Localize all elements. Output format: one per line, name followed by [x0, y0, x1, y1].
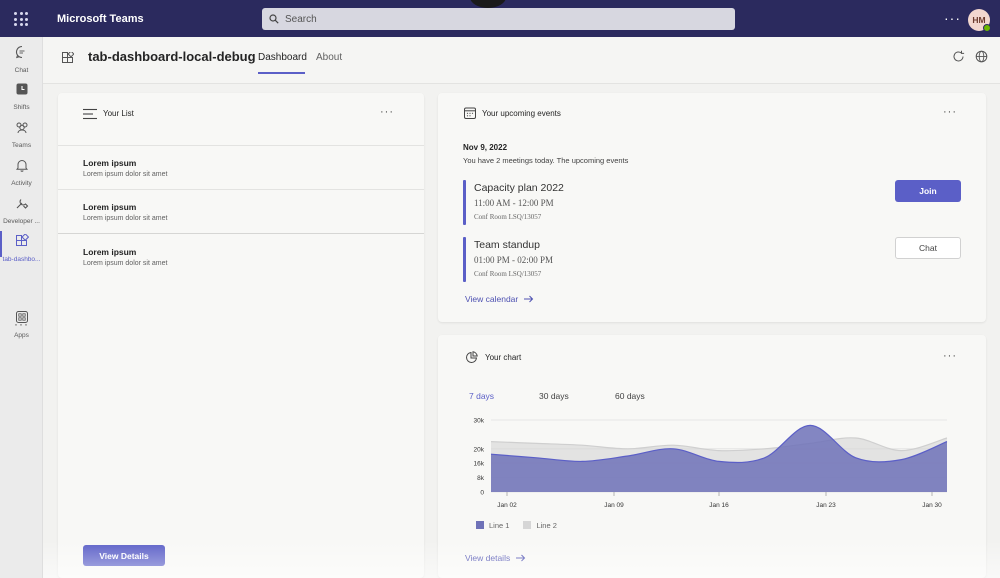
list-item[interactable]: Lorem ipsum Lorem ipsum dolor sit amet [58, 233, 424, 277]
event-accent-bar [463, 237, 466, 282]
search-icon [269, 14, 279, 24]
rail-label-shifts: Shifts [13, 104, 30, 111]
shifts-icon [16, 83, 27, 95]
rail-item-chat[interactable]: Chat [0, 45, 43, 74]
legend-item-line-2[interactable]: Line 2 [523, 521, 557, 530]
events-card: Your upcoming events ··· Nov 9, 2022 You… [438, 93, 986, 322]
rail-item-activity[interactable]: Activity [0, 158, 43, 187]
legend-label: Line 1 [489, 521, 510, 530]
search-placeholder: Search [285, 13, 317, 25]
events-more-icon[interactable]: ··· [943, 106, 957, 118]
legend-label: Line 2 [536, 521, 557, 530]
event-item: Team standup 01:00 PM - 02:00 PM Conf Ro… [463, 237, 963, 282]
arrow-right-icon [516, 554, 526, 562]
rail-label-chat: Chat [14, 67, 29, 74]
y-tick-label: 16k [474, 461, 485, 468]
avatar[interactable]: HM [968, 9, 991, 32]
list-card: Your List ··· Lorem ipsum Lorem ipsum do… [58, 93, 424, 578]
app-launcher-icon[interactable] [14, 12, 28, 26]
chart-legend: Line 1 Line 2 [476, 521, 557, 530]
list-item-subtitle: Lorem ipsum dolor sit amet [83, 171, 168, 178]
join-button[interactable]: Join [895, 180, 961, 202]
y-tick-label: 0 [480, 490, 484, 497]
rail-item-tab-dashboard[interactable]: tab-dashbo... [0, 231, 43, 263]
list-item-subtitle: Lorem ipsum dolor sit amet [83, 260, 168, 267]
x-tick-label: Jan 09 [604, 502, 624, 509]
app-grid-icon [15, 233, 29, 246]
view-details-button[interactable]: View Details [83, 545, 165, 566]
app-name: Microsoft Teams [57, 13, 144, 25]
event-time: 01:00 PM - 02:00 PM [474, 255, 554, 265]
refresh-icon[interactable] [952, 50, 965, 63]
legend-swatch [523, 521, 532, 529]
rail-label-activity: Activity [11, 180, 32, 187]
events-summary: You have 2 meetings today. The upcoming … [463, 156, 629, 165]
legend-item-line-1[interactable]: Line 1 [476, 521, 509, 530]
camera-notch [470, 0, 506, 8]
y-tick-label: 30k [474, 418, 485, 425]
tab-about[interactable]: About [316, 52, 342, 63]
legend-swatch [476, 521, 484, 529]
x-tick-label: Jan 23 [816, 502, 836, 509]
rail-item-apps[interactable]: Apps [0, 310, 43, 339]
view-details-label: View details [465, 553, 511, 563]
list-item-title: Lorem ipsum [83, 158, 137, 168]
teams-icon [16, 122, 27, 134]
event-time: 11:00 AM - 12:00 PM [474, 198, 554, 208]
area-chart: 0 8k 16k 20k 30k Jan 02 Jan 09 Jan 16 Jan 23 Jan … [474, 418, 948, 509]
list-card-title: Your List [103, 109, 134, 118]
chat-icon [15, 45, 24, 59]
presence-available-icon [983, 24, 991, 32]
developer-icon [16, 199, 28, 209]
event-name: Team standup [474, 239, 540, 251]
top-bar: Microsoft Teams Search ··· HM [0, 0, 1000, 37]
search-input[interactable]: Search [262, 8, 735, 30]
rail-item-teams[interactable]: Teams [0, 120, 43, 149]
view-details-link[interactable]: View details [465, 553, 526, 563]
list-item[interactable]: Lorem ipsum Lorem ipsum dolor sit amet [58, 189, 424, 233]
x-tick-label: Jan 30 [922, 502, 942, 509]
view-calendar-link[interactable]: View calendar [465, 294, 534, 304]
y-tick-label: 8k [477, 475, 485, 482]
view-calendar-label: View calendar [465, 294, 519, 304]
events-date: Nov 9, 2022 [463, 143, 508, 152]
list-item[interactable]: Lorem ipsum Lorem ipsum dolor sit amet [58, 145, 424, 189]
app-rail: Chat Shifts Teams Activity Developer ... [0, 37, 43, 578]
more-options-icon[interactable]: ··· [944, 10, 961, 26]
y-tick-label: 20k [474, 446, 485, 453]
list-item-title: Lorem ipsum [83, 247, 137, 257]
chart-card: Your chart ··· 7 days 30 days 60 days 08… [438, 335, 986, 578]
bell-icon [15, 160, 28, 172]
arrow-right-icon [524, 295, 534, 303]
chat-button[interactable]: Chat [895, 237, 961, 259]
list-icon [83, 108, 97, 120]
globe-icon[interactable] [975, 50, 988, 63]
x-tick-label: Jan 02 [497, 502, 517, 509]
rail-item-developer[interactable]: Developer ... [0, 196, 43, 225]
page-title: tab-dashboard-local-debug [88, 49, 256, 64]
event-item: Capacity plan 2022 11:00 AM - 12:00 PM C… [463, 180, 963, 225]
event-name: Capacity plan 2022 [474, 182, 564, 194]
event-location: Conf Room LSQ/13057 [474, 270, 542, 278]
calendar-icon [464, 107, 476, 119]
apps-icon [15, 311, 28, 323]
list-item-title: Lorem ipsum [83, 202, 137, 212]
event-location: Conf Room LSQ/13057 [474, 213, 542, 221]
tab-dashboard[interactable]: Dashboard [258, 52, 307, 63]
rail-label-tab-dashboard: tab-dashbo... [2, 256, 41, 263]
rail-item-shifts[interactable]: Shifts [0, 82, 43, 111]
rail-label-developer: Developer ... [3, 218, 40, 225]
list-item-subtitle: Lorem ipsum dolor sit amet [83, 215, 168, 222]
app-header: tab-dashboard-local-debug Dashboard Abou… [43, 37, 1000, 84]
active-tab-indicator [258, 72, 305, 74]
rail-label-apps: Apps [14, 332, 29, 339]
events-card-title: Your upcoming events [482, 109, 561, 118]
event-accent-bar [463, 180, 466, 225]
app-grid-icon [62, 52, 74, 63]
rail-label-teams: Teams [11, 142, 32, 149]
list-more-icon[interactable]: ··· [380, 106, 394, 118]
x-tick-label: Jan 16 [709, 502, 729, 509]
avatar-initials: HM [972, 15, 986, 25]
